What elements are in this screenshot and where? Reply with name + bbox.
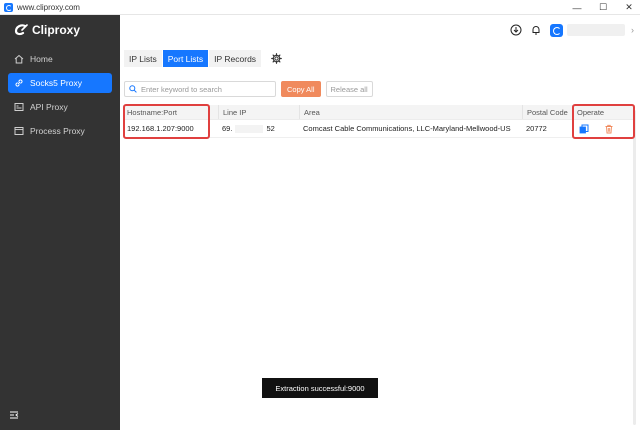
sidebar-nav: Home Socks5 Proxy API Proxy Process Prox… xyxy=(8,49,112,145)
favicon-icon xyxy=(4,2,13,12)
close-button[interactable]: ✕ xyxy=(624,2,634,13)
table-row: 192.168.1.207:9000 69. 52 Comcast Cable … xyxy=(123,120,635,138)
tab-ip-records[interactable]: IP Records xyxy=(209,50,262,67)
search-input[interactable] xyxy=(141,84,271,94)
gear-icon[interactable] xyxy=(271,53,282,64)
redacted-mask xyxy=(235,124,264,133)
link-icon xyxy=(15,79,23,87)
column-header-operate: Operate xyxy=(572,105,635,119)
sidebar-item-label: Home xyxy=(30,54,53,64)
line-ip-suffix: 52 xyxy=(266,124,275,133)
line-ip-prefix: 69. xyxy=(222,124,233,133)
column-header-line-ip: Line IP xyxy=(218,105,299,119)
cell-postal-code: 20772 xyxy=(526,124,547,133)
cliproxy-logo-icon xyxy=(14,24,28,36)
tab-bar: IP Lists Port Lists IP Records xyxy=(124,50,282,67)
column-header-hostname-port: Hostname:Port xyxy=(127,107,178,117)
port-list-table: Hostname:Port Line IP Area Postal Code O… xyxy=(123,105,635,138)
window-controls: — ☐ ✕ xyxy=(572,0,634,15)
home-icon xyxy=(14,54,24,64)
cell-area: Comcast Cable Communications, LLC-Maryla… xyxy=(303,124,511,133)
tab-ip-lists[interactable]: IP Lists xyxy=(124,50,162,67)
maximize-button[interactable]: ☐ xyxy=(598,2,608,13)
brand-name: Cliproxy xyxy=(32,23,81,37)
toolbar: Copy All Release all xyxy=(124,81,373,97)
release-all-button[interactable]: Release all xyxy=(325,81,373,97)
table-header: Hostname:Port Line IP Area Postal Code O… xyxy=(123,105,635,120)
search-box[interactable] xyxy=(124,81,276,97)
user-name-redacted[interactable] xyxy=(567,24,625,36)
sidebar-item-socks5-proxy[interactable]: Socks5 Proxy xyxy=(8,73,112,93)
sidebar-item-process-proxy[interactable]: Process Proxy xyxy=(8,121,112,141)
top-header: › xyxy=(120,15,640,45)
minimize-button[interactable]: — xyxy=(572,3,582,13)
column-header-postal-code: Postal Code xyxy=(522,105,572,119)
window-icon xyxy=(14,127,24,135)
sidebar: Cliproxy Home Socks5 Proxy API Proxy Pro… xyxy=(0,15,120,430)
sidebar-item-label: Socks5 Proxy xyxy=(30,78,82,88)
title-bar: www.cliproxy.com — ☐ ✕ xyxy=(0,0,640,15)
toast-message: Extraction successful:9000 xyxy=(262,378,378,398)
tab-port-lists[interactable]: Port Lists xyxy=(162,50,209,67)
sidebar-item-api-proxy[interactable]: API Proxy xyxy=(8,97,112,117)
vertical-scrollbar[interactable] xyxy=(633,110,636,425)
api-icon xyxy=(14,103,24,111)
copy-all-button[interactable]: Copy All xyxy=(281,81,321,97)
brand: Cliproxy xyxy=(14,23,80,37)
avatar[interactable] xyxy=(550,23,563,37)
cell-hostname-port: 192.168.1.207:9000 xyxy=(127,124,194,133)
search-icon xyxy=(129,85,137,93)
sidebar-item-label: Process Proxy xyxy=(30,126,85,136)
delete-icon[interactable] xyxy=(604,124,614,134)
copy-icon[interactable] xyxy=(579,124,589,134)
menu-collapse-icon[interactable] xyxy=(9,410,19,420)
bell-icon[interactable] xyxy=(530,24,542,36)
chevron-right-icon[interactable]: › xyxy=(631,25,634,35)
download-icon[interactable] xyxy=(510,24,522,36)
cell-operate xyxy=(572,120,635,137)
cell-line-ip: 69. 52 xyxy=(218,120,299,137)
sidebar-item-home[interactable]: Home xyxy=(8,49,112,69)
sidebar-item-label: API Proxy xyxy=(30,102,68,112)
window-title: www.cliproxy.com xyxy=(17,2,80,12)
column-header-area: Area xyxy=(299,105,522,119)
main-content: IP Lists Port Lists IP Records Copy All … xyxy=(120,45,640,430)
